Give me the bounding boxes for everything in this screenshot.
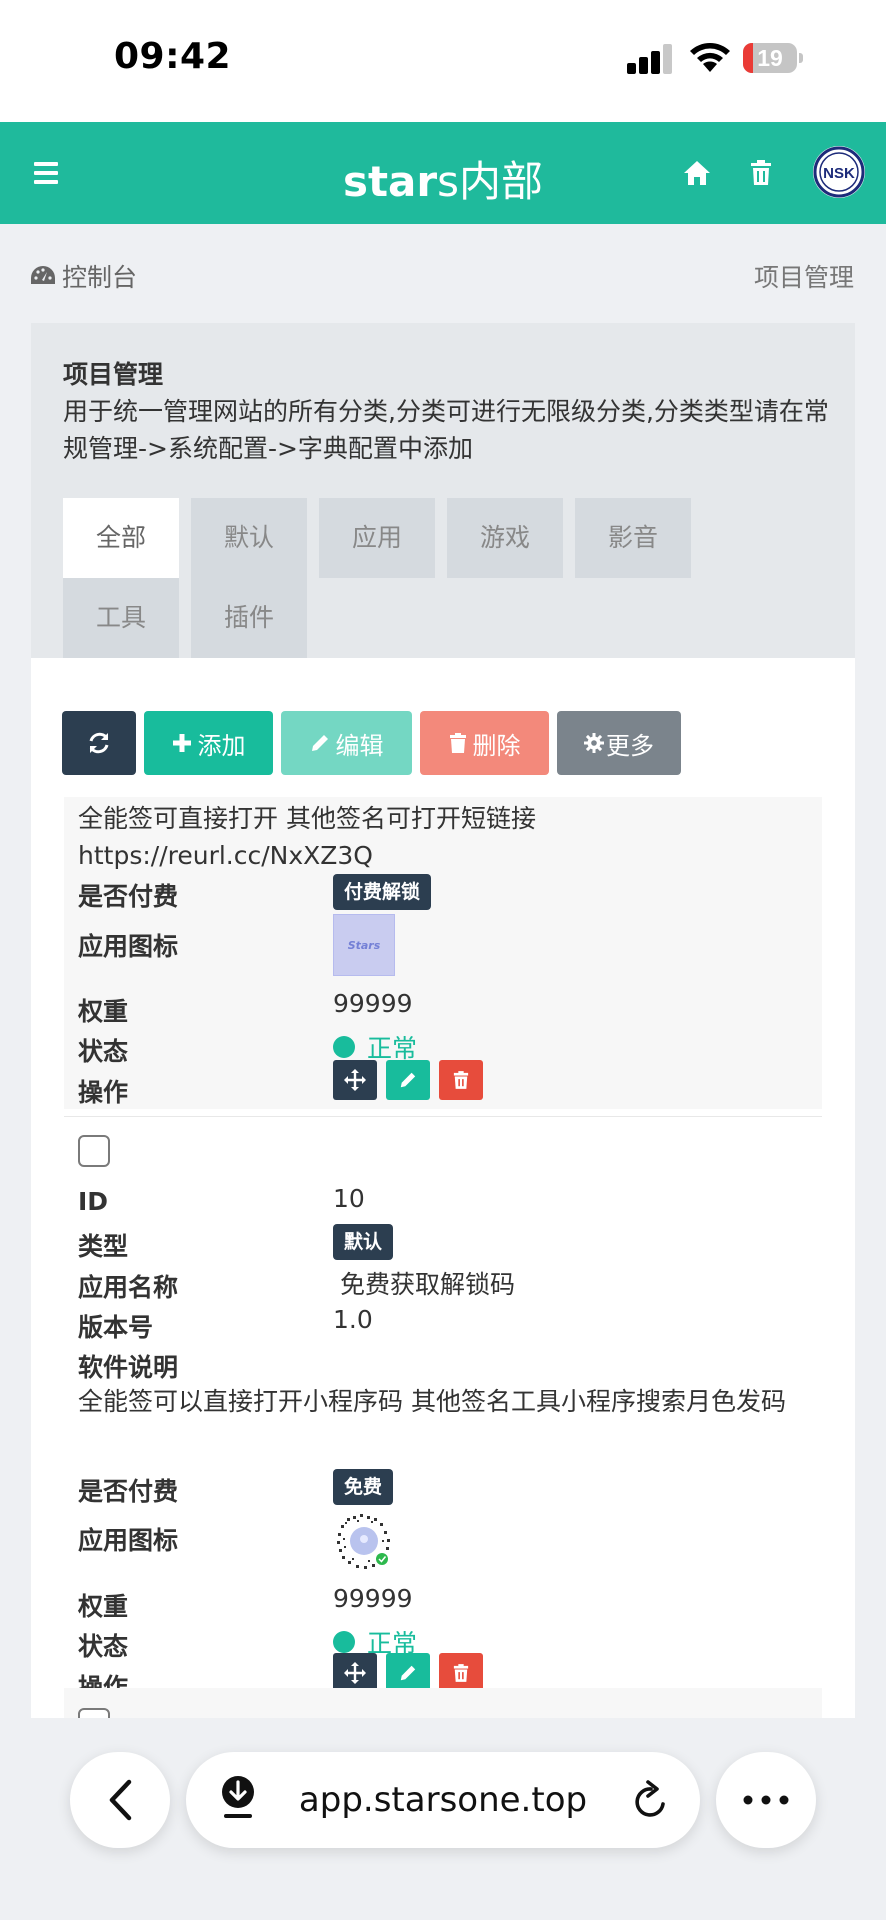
dashboard-icon — [31, 266, 55, 284]
paid-badge: 免费 — [333, 1469, 394, 1505]
panel-heading: 项目管理 用于统一管理网站的所有分类,分类可进行无限级分类,分类类型请在常规管理… — [31, 323, 855, 658]
ios-status-bar: 09:42 19 — [0, 0, 886, 122]
edit-button[interactable]: 编辑 — [281, 711, 412, 775]
list-item — [64, 1688, 822, 1718]
app-navbar: stars内部 NSK — [0, 122, 886, 224]
breadcrumb-dashboard[interactable]: 控制台 — [30, 258, 137, 294]
row-delete-button[interactable] — [439, 1060, 483, 1100]
row-actions — [333, 1653, 492, 1693]
drag-sort-button[interactable] — [333, 1653, 377, 1693]
icon-label: 应用图标 — [78, 932, 179, 961]
actions-label: 操作 — [78, 1078, 129, 1107]
app-icon-image: Stars — [333, 914, 395, 976]
id-value: 10 — [333, 1184, 365, 1213]
tab-games[interactable]: 游戏 — [447, 498, 563, 578]
list-item: ID 10 类型 默认 应用名称 免费获取解锁码 版本号 1.0 软件说明 全能… — [64, 1116, 822, 1702]
qr-code-image — [334, 1511, 394, 1571]
cellular-signal-icon — [627, 44, 673, 74]
brand-title-bold: star — [342, 157, 438, 206]
status-dot-icon — [333, 1036, 355, 1058]
icon-label: 应用图标 — [78, 1526, 179, 1555]
browser-address-bar[interactable]: app.starsone.top — [186, 1752, 700, 1848]
battery-icon: 19 — [743, 43, 803, 73]
breadcrumb-current: 项目管理 — [753, 263, 854, 292]
weight-value: 99999 — [333, 1584, 413, 1613]
status-label: 状态 — [78, 1632, 129, 1661]
record-description: 全能签可直接打开 其他签名可打开短链接 https://reurl.cc/NxX… — [78, 804, 536, 870]
row-delete-button[interactable] — [439, 1653, 483, 1693]
battery-level-text: 19 — [757, 45, 783, 71]
user-avatar[interactable]: NSK — [813, 146, 865, 198]
tab-apps[interactable]: 应用 — [319, 498, 435, 578]
arrows-move-icon — [344, 1662, 366, 1684]
type-badge: 默认 — [333, 1224, 394, 1260]
paid-badge: 付费解锁 — [333, 874, 432, 910]
trash-icon — [453, 1664, 469, 1682]
add-button[interactable]: 添加 — [144, 711, 273, 775]
list-item: 全能签可直接打开 其他签名可打开短链接 https://reurl.cc/NxX… — [64, 797, 822, 1109]
row-edit-button[interactable] — [386, 1653, 430, 1693]
reload-icon[interactable] — [632, 1780, 670, 1820]
version-label: 版本号 — [78, 1313, 154, 1342]
avatar-text: NSK — [823, 165, 855, 182]
drag-sort-button[interactable] — [333, 1060, 377, 1100]
pencil-icon — [400, 1665, 416, 1681]
panel-title: 项目管理 — [63, 360, 164, 389]
plus-icon — [172, 734, 191, 752]
trash-icon — [449, 733, 466, 753]
status-time: 09:42 — [114, 36, 232, 77]
chevron-left-icon — [109, 1779, 132, 1821]
more-button-label: 更多 — [606, 731, 654, 760]
id-label: ID — [78, 1187, 109, 1216]
trash-icon[interactable] — [750, 160, 772, 186]
delete-button[interactable]: 删除 — [420, 711, 549, 775]
tab-default[interactable]: 默认 — [191, 498, 307, 578]
content-panel: 项目管理 用于统一管理网站的所有分类,分类可进行无限级分类,分类类型请在常规管理… — [31, 323, 855, 1718]
paid-label: 是否付费 — [78, 1477, 179, 1506]
status-label: 状态 — [78, 1037, 129, 1066]
weight-label: 权重 — [78, 1592, 129, 1621]
wifi-icon — [690, 43, 730, 72]
record-description: 全能签可以直接打开小程序码 其他签名工具小程序搜索月色发码 — [78, 1387, 786, 1416]
app-name-label: 应用名称 — [78, 1273, 179, 1302]
row-checkbox[interactable] — [78, 1135, 110, 1167]
tab-tools[interactable]: 工具 — [63, 578, 179, 658]
status-dot-icon — [333, 1631, 355, 1653]
row-checkbox[interactable] — [78, 1708, 110, 1718]
pencil-icon — [400, 1072, 416, 1088]
refresh-icon — [89, 732, 109, 754]
ellipsis-icon — [743, 1795, 789, 1805]
browser-more-button[interactable] — [716, 1752, 816, 1848]
more-button[interactable]: 更多 — [557, 711, 681, 775]
browser-back-button[interactable] — [70, 1752, 170, 1848]
browser-url: app.starsone.top — [298, 1780, 588, 1820]
breadcrumb-dashboard-label: 控制台 — [62, 263, 138, 292]
home-icon[interactable] — [683, 160, 711, 186]
type-label: 类型 — [78, 1232, 129, 1261]
add-button-label: 添加 — [197, 731, 246, 760]
weight-value: 99999 — [333, 989, 413, 1018]
app-name-value: 免费获取解锁码 — [340, 1270, 516, 1299]
weight-label: 权重 — [78, 997, 129, 1026]
gear-icon — [584, 733, 604, 753]
row-actions — [333, 1060, 492, 1100]
description-label: 软件说明 — [78, 1353, 179, 1382]
arrows-move-icon — [344, 1069, 366, 1091]
version-value: 1.0 — [333, 1305, 373, 1334]
tab-all[interactable]: 全部 — [63, 498, 179, 578]
trash-icon — [453, 1071, 469, 1089]
pencil-icon — [311, 735, 328, 751]
panel-description: 用于统一管理网站的所有分类,分类可进行无限级分类,分类类型请在常规管理->系统配… — [63, 397, 829, 463]
row-edit-button[interactable] — [386, 1060, 430, 1100]
delete-button-label: 删除 — [472, 731, 521, 760]
tab-media[interactable]: 影音 — [575, 498, 691, 578]
tab-plugins[interactable]: 插件 — [191, 578, 307, 658]
paid-label: 是否付费 — [78, 882, 179, 911]
refresh-button[interactable] — [62, 711, 136, 775]
brand-title-rest: s内部 — [437, 157, 544, 206]
edit-button-label: 编辑 — [335, 731, 384, 760]
